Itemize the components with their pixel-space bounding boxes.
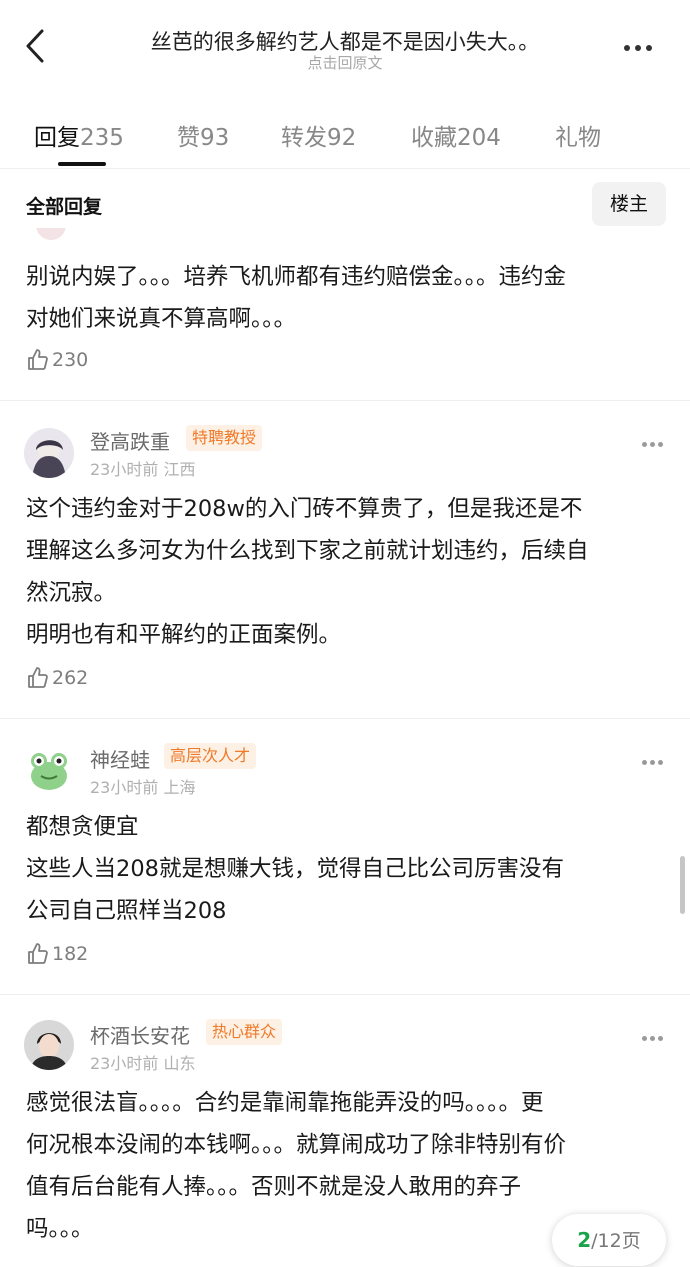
avatar[interactable]	[24, 1020, 74, 1070]
more-options-icon[interactable]	[624, 36, 664, 52]
page-indicator[interactable]: 2/12页	[552, 1214, 666, 1266]
avatar[interactable]	[24, 744, 74, 794]
username[interactable]: 神经蛙	[90, 744, 150, 773]
username[interactable]: 杯酒长安花	[90, 1020, 190, 1049]
comment-more-icon[interactable]	[642, 750, 672, 765]
thumbs-up-icon	[28, 349, 48, 370]
like-button[interactable]: 262	[26, 666, 88, 694]
like-button[interactable]: 182	[26, 942, 88, 970]
thumbs-up-icon	[28, 667, 48, 688]
tab-reposts[interactable]: 转发92	[281, 118, 356, 152]
comment-body: 别说内娱了。。。培养飞机师都有违约赔偿金。。。违约金 对她们来说真不算高啊。。。	[26, 264, 567, 332]
like-button[interactable]: 230	[26, 348, 88, 376]
active-tab-indicator	[58, 162, 106, 166]
avatar[interactable]	[36, 228, 66, 242]
comment-more-icon[interactable]	[642, 432, 672, 447]
op-only-button[interactable]: 楼主	[592, 182, 666, 226]
divider	[0, 718, 690, 719]
comment-body: 这个违约金对于208w的入门砖不算贵了，但是我还是不 理解这么多河女为什么找到下…	[26, 496, 589, 648]
comment-meta: 23小时前 江西	[90, 460, 196, 479]
tab-gifts[interactable]: 礼物	[555, 118, 601, 152]
divider	[0, 994, 690, 995]
tab-replies[interactable]: 回复235	[34, 118, 124, 152]
tab-likes[interactable]: 赞93	[177, 118, 229, 152]
divider	[0, 400, 690, 401]
comment-meta: 23小时前 山东	[90, 1054, 196, 1073]
scrollbar[interactable]	[680, 856, 685, 914]
divider	[0, 168, 690, 169]
avatar[interactable]	[24, 428, 74, 478]
comment-body: 都想贪便宜 这些人当208就是想赚大钱，觉得自己比公司厉害没有 公司自己照样当2…	[26, 814, 564, 924]
back-arrow-icon[interactable]	[22, 28, 54, 64]
comment-more-icon[interactable]	[642, 1026, 672, 1041]
back-to-original-link[interactable]: 点击回原文	[90, 52, 600, 73]
username[interactable]: 登高跌重	[90, 426, 170, 455]
all-replies-label: 全部回复	[26, 196, 103, 218]
user-badge: 热心群众	[206, 1019, 283, 1045]
user-badge: 高层次人才	[164, 743, 257, 769]
thumbs-up-icon	[28, 943, 48, 964]
comment-meta: 23小时前 上海	[90, 778, 196, 797]
user-badge: 特聘教授	[186, 425, 263, 451]
tab-favorites[interactable]: 收藏204	[411, 118, 501, 152]
